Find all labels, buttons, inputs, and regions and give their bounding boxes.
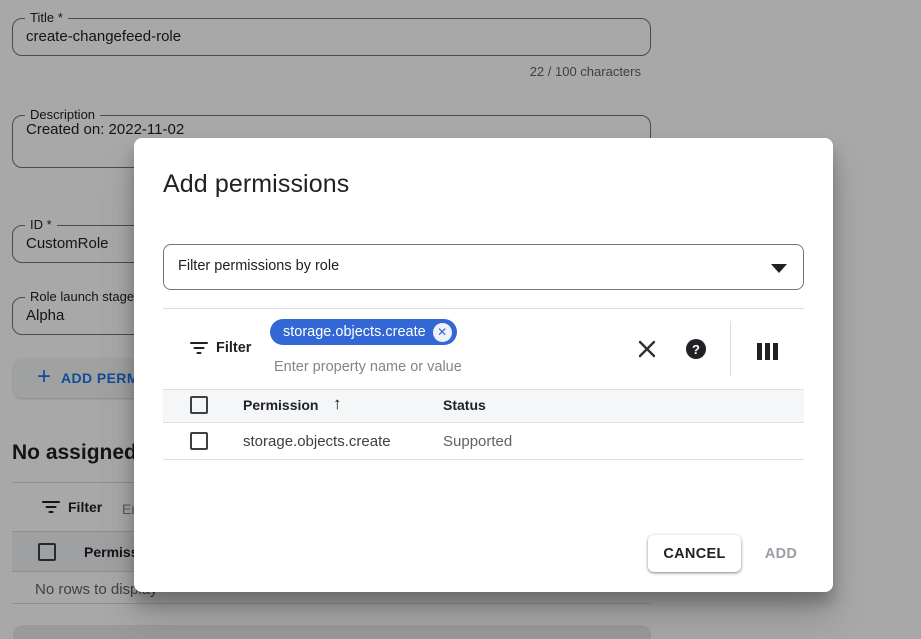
help-icon: ?: [686, 339, 706, 359]
status-column-header[interactable]: Status: [443, 397, 486, 413]
permission-column-header[interactable]: Permission: [243, 397, 318, 413]
clear-filters-button[interactable]: [635, 337, 659, 361]
status-cell: Supported: [443, 433, 512, 450]
filter-chip[interactable]: storage.objects.create ✕: [270, 319, 457, 345]
columns-icon: [757, 343, 762, 360]
role-select-placeholder: Filter permissions by role: [178, 258, 339, 274]
divider: [163, 308, 804, 309]
permissions-table-header: Permission ↑ Status: [163, 389, 804, 423]
toolbar-divider: [730, 321, 731, 376]
sort-ascending-icon[interactable]: ↑: [333, 394, 342, 414]
chevron-down-icon: [771, 264, 787, 273]
table-row[interactable]: storage.objects.create Supported: [163, 424, 804, 460]
role-create-page: Title * create-changefeed-role 22 / 100 …: [0, 0, 921, 639]
help-button[interactable]: ?: [684, 337, 708, 361]
chip-remove-icon[interactable]: ✕: [433, 323, 452, 342]
filter-label: Filter: [216, 340, 251, 356]
filter-input-placeholder[interactable]: Enter property name or value: [274, 359, 462, 375]
add-button[interactable]: ADD: [758, 535, 804, 572]
filter-permissions-by-role-select[interactable]: Filter permissions by role: [163, 244, 804, 290]
filter-icon: [190, 342, 208, 354]
column-display-options-button[interactable]: [755, 339, 779, 363]
close-icon: [637, 339, 657, 359]
dialog-title: Add permissions: [163, 170, 349, 199]
cancel-button[interactable]: CANCEL: [648, 535, 741, 572]
filter-chip-label: storage.objects.create: [283, 324, 426, 340]
select-all-checkbox[interactable]: [190, 396, 208, 414]
row-checkbox[interactable]: [190, 432, 208, 450]
permission-cell: storage.objects.create: [243, 433, 391, 450]
add-permissions-dialog: Add permissions Filter permissions by ro…: [134, 138, 833, 592]
